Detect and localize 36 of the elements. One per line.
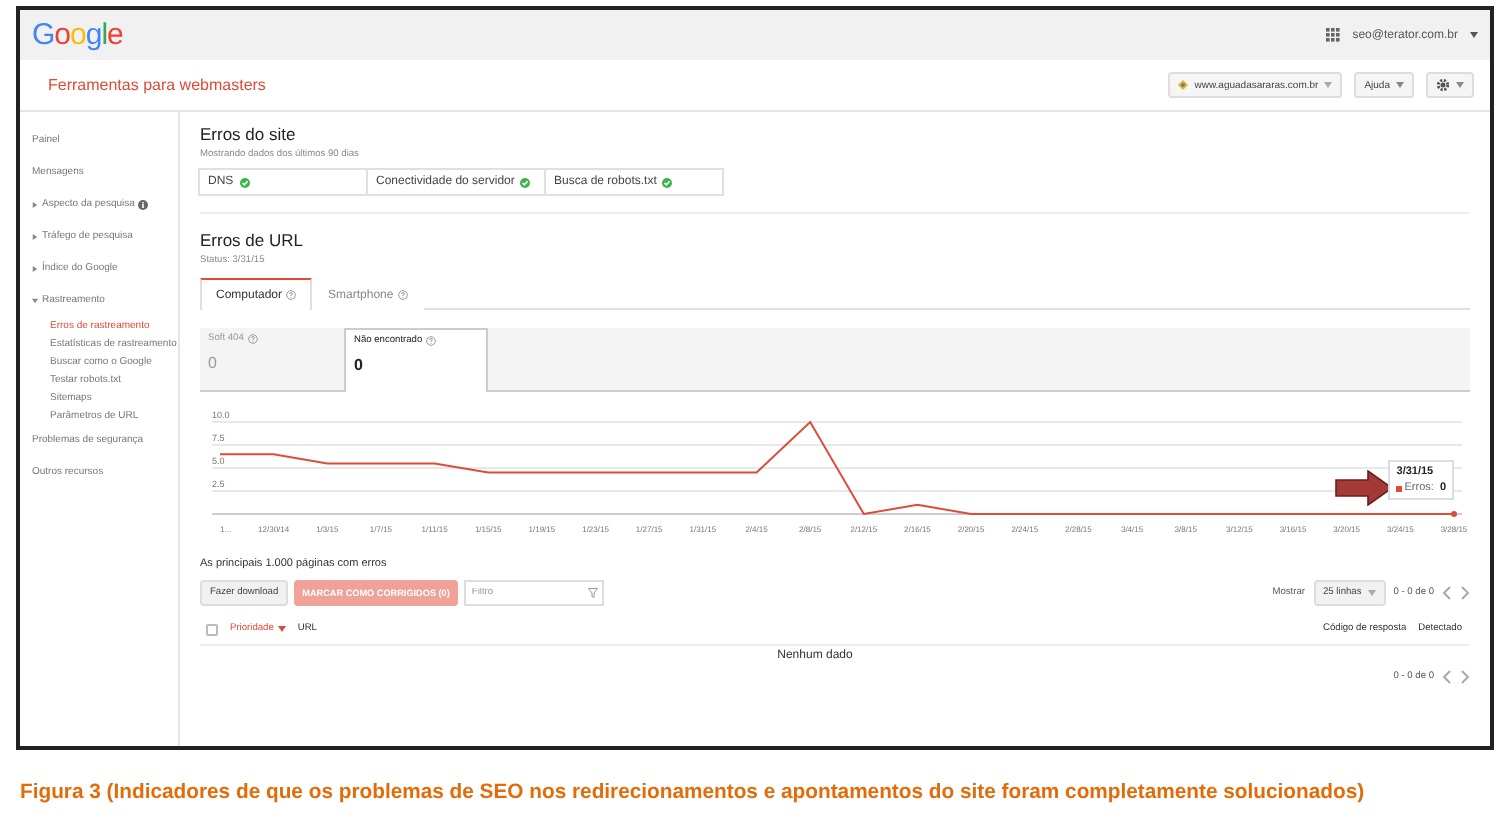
settings-dropdown[interactable] [1426,72,1474,98]
legend-swatch [1396,485,1403,491]
caret-icon [1470,32,1478,38]
site-icon [1178,80,1189,90]
collapsed-caret-icon [32,265,38,271]
filter-icon [587,588,598,598]
expanded-caret-icon [32,297,38,303]
section-title: Erros de URL [200,230,305,250]
caret-icon [1367,590,1376,596]
apps-grid-icon[interactable] [1326,28,1341,42]
chevron-left-icon[interactable] [1442,586,1452,600]
check-icon [520,177,531,187]
help-icon [397,290,408,300]
check-icon [662,177,673,187]
pointer-arrow-icon [1334,470,1394,506]
check-icon [239,177,250,187]
chevron-right-icon[interactable] [1460,670,1470,684]
caret-icon [1456,82,1464,88]
help-icon [286,290,297,300]
info-icon [138,199,149,209]
select-all-checkbox[interactable] [206,623,218,635]
help-icon [426,336,437,346]
collapsed-caret-icon [32,201,38,207]
help-icon [247,334,258,344]
chevron-right-icon[interactable] [1460,586,1470,600]
collapsed-caret-icon [32,233,38,239]
chevron-left-icon[interactable] [1442,670,1452,684]
figure-caption: Figura 3 (Indicadores de que os problemas de SEO nos redirecionamentos e apontamentos do site foram completamente solucionados) [18,782,1367,804]
settings-icon [1436,78,1450,92]
section-title: Erros do site [200,124,298,144]
caret-icon [277,626,286,632]
google-logo[interactable]: Google [32,18,123,52]
caret-icon [1324,82,1333,88]
caret-icon [1396,82,1404,88]
data-point [1451,511,1457,517]
app-title: Ferramentas para webmasters [48,76,266,94]
